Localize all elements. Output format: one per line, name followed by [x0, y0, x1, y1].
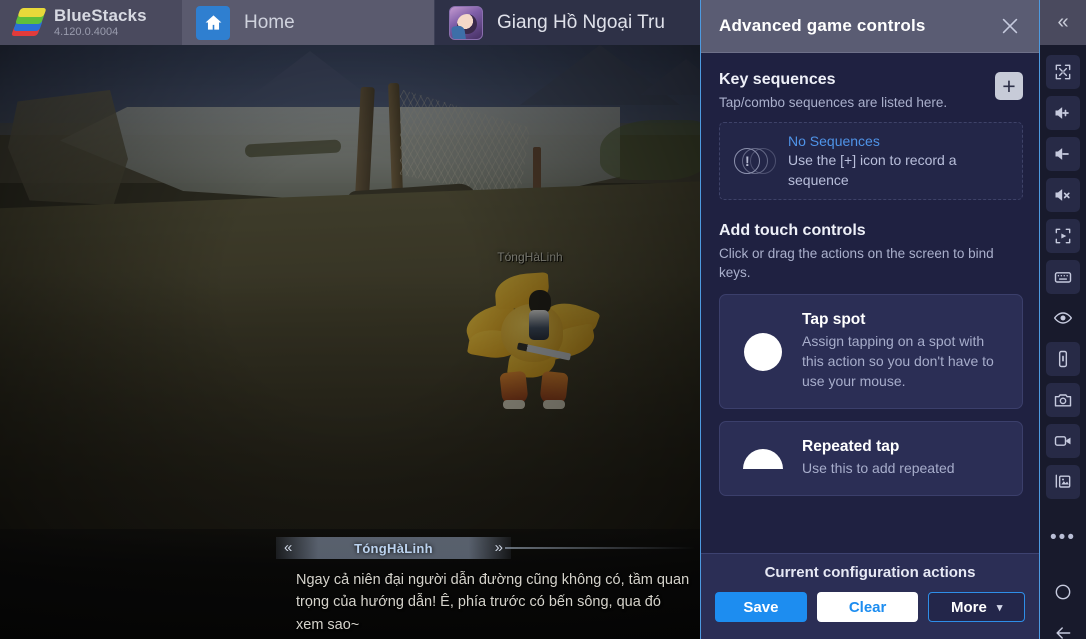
filled-circle-icon	[742, 332, 784, 371]
dialog-speaker-bar: TóngHàLinh	[276, 537, 511, 559]
game-grass	[600, 120, 700, 180]
action-title: Repeated tap	[802, 438, 900, 456]
add-touch-controls-section-header: Add touch controls Click or drag the act…	[719, 222, 1023, 282]
add-sequence-button[interactable]: +	[995, 72, 1023, 100]
game-controls-icon[interactable]	[1046, 219, 1080, 253]
media-manager-icon[interactable]	[1046, 465, 1080, 499]
volume-mute-icon[interactable]	[1046, 178, 1080, 212]
more-button-label: More	[950, 598, 987, 616]
current-configuration-actions-title: Current configuration actions	[764, 564, 976, 581]
character-name-label: TóngHàLinh	[497, 250, 563, 264]
no-sequences-card: ! No Sequences Use the [+] icon to recor…	[719, 122, 1023, 201]
player-character: TóngHàLinh	[455, 250, 605, 420]
bluestacks-window: BlueStacks 4.120.0.4004 Home Giang Hồ Ng…	[0, 0, 1086, 639]
action-title: Tap spot	[802, 311, 866, 329]
game-mountain	[640, 59, 700, 95]
game-dialog-box[interactable]: TóngHàLinh Ngay cả niên đại người dẫn đư…	[0, 529, 700, 639]
action-card-repeated-tap[interactable]: Repeated tap Use this to add repeated	[719, 421, 1023, 496]
no-sequences-desc: Use the [+] icon to record a sequence	[788, 152, 957, 188]
volume-down-icon[interactable]	[1046, 137, 1080, 171]
sequence-rings-icon: !	[734, 148, 776, 175]
dialog-text: Ngay cả niên đại người dẫn đường cũng kh…	[296, 572, 690, 633]
half-circle-icon	[742, 448, 784, 469]
key-sequences-subtitle: Tap/combo sequences are listed here.	[719, 95, 948, 110]
screenshot-camera-icon[interactable]	[1046, 383, 1080, 417]
panel-header: Advanced game controls	[701, 0, 1039, 53]
rotate-device-icon[interactable]	[1046, 342, 1080, 376]
action-card-tap-spot[interactable]: Tap spot Assign tapping on a spot with t…	[719, 294, 1023, 410]
brand-version: 4.120.0.4004	[54, 25, 119, 38]
more-dots-icon[interactable]: •••	[1046, 520, 1080, 554]
record-video-icon[interactable]	[1046, 424, 1080, 458]
volume-up-icon[interactable]	[1046, 96, 1080, 130]
fullscreen-icon[interactable]	[1046, 55, 1080, 89]
game-rock	[8, 90, 128, 205]
chevron-down-icon: ▾	[996, 601, 1003, 614]
save-button[interactable]: Save	[715, 592, 807, 622]
right-toolbar: « •••	[1040, 0, 1086, 639]
bluestacks-logo-icon	[10, 7, 47, 38]
keyboard-icon[interactable]	[1046, 260, 1080, 294]
top-bar: BlueStacks 4.120.0.4004 Home Giang Hồ Ng…	[0, 0, 700, 45]
bluestacks-brand: BlueStacks 4.120.0.4004	[0, 0, 182, 45]
panel-body: Key sequences Tap/combo sequences are li…	[701, 53, 1039, 553]
back-arrow-icon[interactable]	[1046, 616, 1080, 639]
add-touch-controls-heading: Add touch controls	[719, 222, 866, 240]
action-desc: Use this to add repeated	[802, 460, 955, 477]
panel-footer: Current configuration actions Save Clear…	[701, 553, 1039, 639]
brand-name: BlueStacks	[54, 5, 147, 25]
dialog-speaker-tail	[505, 547, 695, 549]
advanced-game-controls-panel: Advanced game controls Key sequences Tap…	[700, 0, 1040, 639]
dialog-speaker-name: TóngHàLinh	[354, 540, 433, 556]
panel-title: Advanced game controls	[719, 16, 926, 35]
tab-home[interactable]: Home	[182, 0, 434, 45]
game-mountain	[250, 51, 370, 97]
app-icon	[449, 5, 483, 40]
mount-sprite	[461, 272, 601, 409]
tab-game-app-label: Giang Hồ Ngoại Tru	[497, 11, 665, 33]
add-touch-controls-subtitle: Click or drag the actions on the screen …	[719, 246, 994, 281]
collapse-toolbar-button[interactable]: «	[1040, 0, 1086, 45]
eye-icon[interactable]	[1046, 301, 1080, 335]
more-button[interactable]: More ▾	[928, 592, 1026, 622]
touch-controls-scroll-area[interactable]: Tap spot Assign tapping on a spot with t…	[719, 294, 1023, 532]
key-sequences-section-header: Key sequences Tap/combo sequences are li…	[719, 71, 1023, 112]
close-icon[interactable]	[995, 11, 1025, 41]
home-circle-icon[interactable]	[1046, 575, 1080, 609]
tab-home-label: Home	[244, 11, 295, 33]
action-desc: Assign tapping on a spot with this actio…	[802, 333, 994, 390]
no-sequences-title: No Sequences	[788, 132, 880, 149]
key-sequences-heading: Key sequences	[719, 71, 836, 88]
home-icon	[196, 5, 230, 40]
tab-game-app[interactable]: Giang Hồ Ngoại Tru	[434, 0, 700, 45]
game-viewport[interactable]: TóngHàLinh TóngH	[0, 45, 700, 639]
clear-button[interactable]: Clear	[816, 592, 919, 622]
